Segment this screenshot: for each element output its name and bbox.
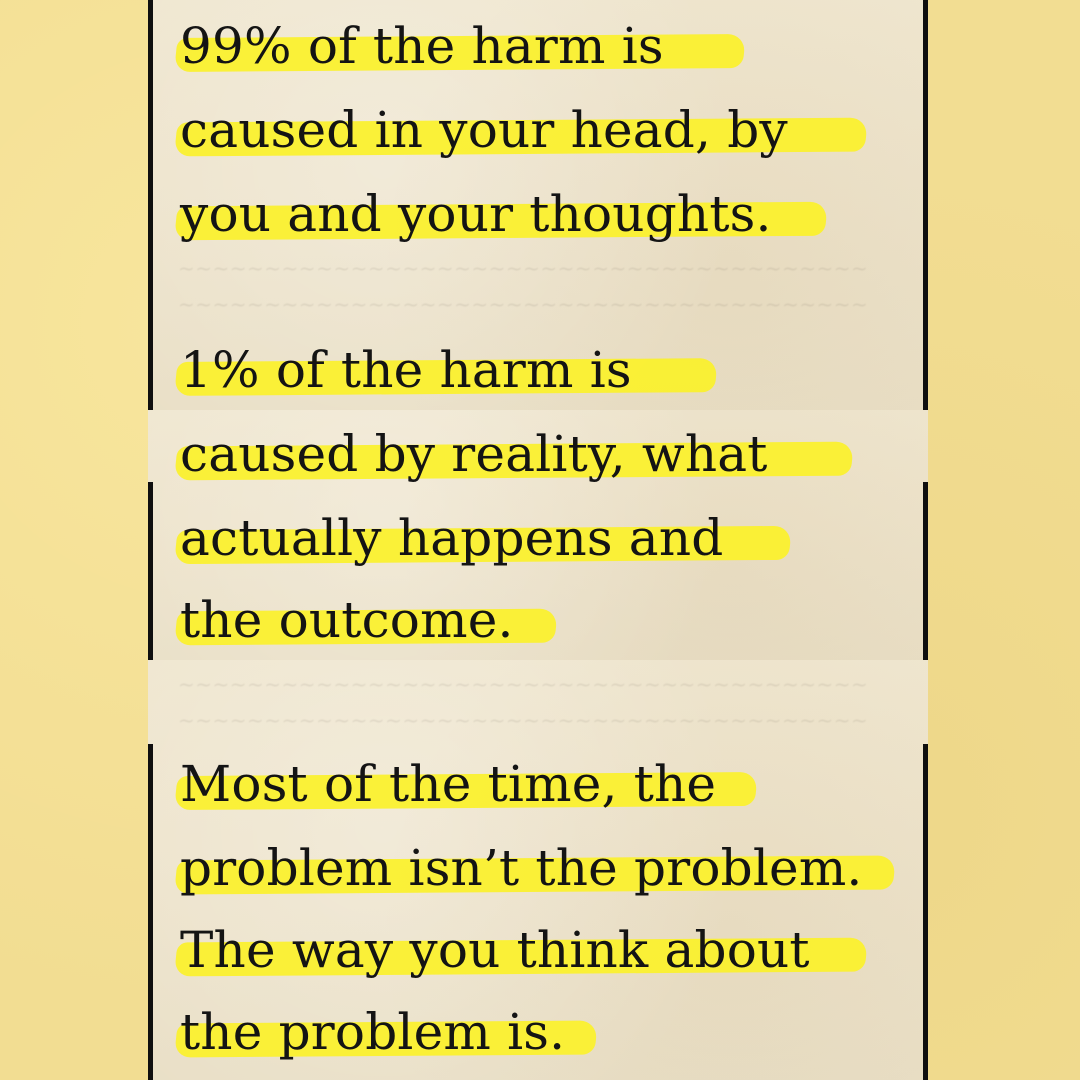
quote-line: caused in your head, by xyxy=(174,98,868,162)
quote-line-text: the outcome. xyxy=(180,591,514,649)
panel-right-border xyxy=(923,0,928,410)
panel-left-border xyxy=(148,482,153,660)
panel-left-border xyxy=(148,0,153,410)
quote-line: the problem is. xyxy=(174,1000,598,1064)
quote-line-text: actually happens and xyxy=(180,509,724,567)
quote-line-text: 99% of the harm is xyxy=(180,17,664,75)
background-page-text: ~~~~~~~~~~~~~~~~~~~~~~~~~~~~~~~~~~~~~~~~ xyxy=(178,256,869,280)
quote-line-text: you and your thoughts. xyxy=(180,185,772,243)
book-excerpt-panel-3: ~~~~~~~~~~~~~~~~~~~~~~~~~~~~~~~~~~~~~~~~… xyxy=(148,660,928,1080)
panel-left-border xyxy=(148,744,153,1080)
quote-line: problem isn’t the problem. xyxy=(174,836,896,900)
quote-line: The way you think about xyxy=(174,918,868,982)
panel-right-border xyxy=(923,482,928,660)
quote-line: 99% of the harm is xyxy=(174,14,746,78)
quote-line: caused by reality, what xyxy=(174,422,854,486)
panel-right-border xyxy=(923,744,928,1080)
quote-line-text: Most of the time, the xyxy=(180,755,717,813)
quote-line-text: The way you think about xyxy=(180,921,810,979)
quote-line: the outcome. xyxy=(174,588,558,652)
background-page-text: ~~~~~~~~~~~~~~~~~~~~~~~~~~~~~~~~~~~~~~~~ xyxy=(178,292,869,316)
quote-line-text: the problem is. xyxy=(180,1003,566,1061)
background-page-text: ~~~~~~~~~~~~~~~~~~~~~~~~~~~~~~~~~~~~~~~~ xyxy=(178,672,869,696)
book-excerpt-panel-1: ~~~~~~~~~~~~~~~~~~~~~~~~~~~~~~~~~~~~~~~~… xyxy=(148,0,928,410)
quote-line: 1% of the harm is xyxy=(174,338,718,402)
quote-line: actually happens and xyxy=(174,506,792,570)
quote-line-text: problem isn’t the problem. xyxy=(180,839,863,897)
quote-line-text: caused by reality, what xyxy=(180,425,768,483)
quote-line-text: 1% of the harm is xyxy=(180,341,632,399)
book-excerpt-panel-2: caused by reality, what actually happens… xyxy=(148,410,928,660)
quote-line: Most of the time, the xyxy=(174,752,758,816)
background-page-text: ~~~~~~~~~~~~~~~~~~~~~~~~~~~~~~~~~~~~~~~~ xyxy=(178,708,869,732)
quote-line: you and your thoughts. xyxy=(174,182,828,246)
quote-line-text: caused in your head, by xyxy=(180,101,788,159)
